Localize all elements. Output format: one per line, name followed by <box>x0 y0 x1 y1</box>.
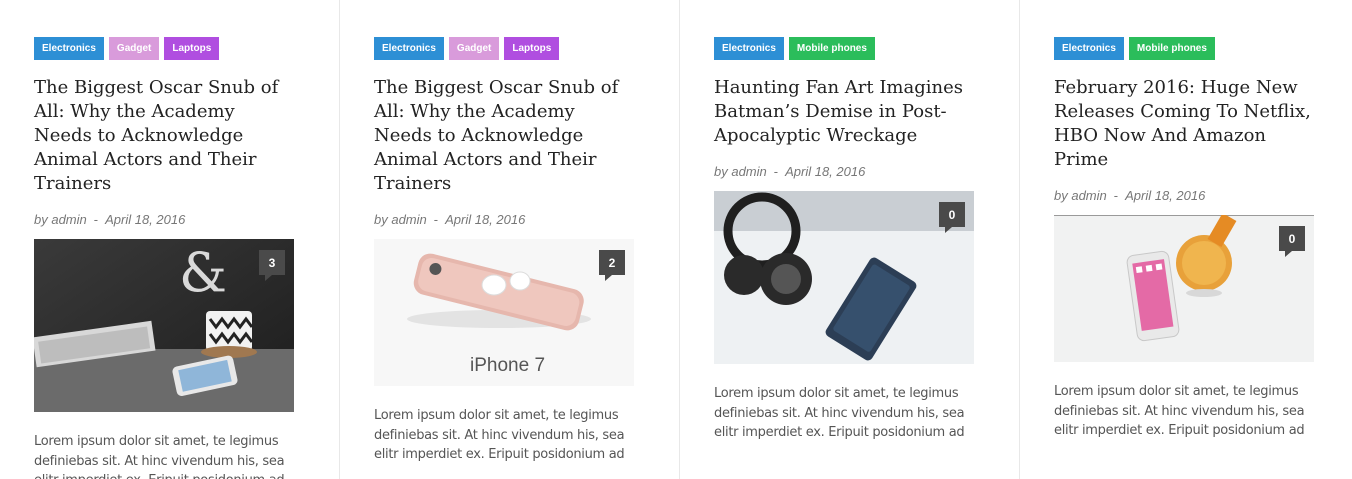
category-tags: Electronics Gadget Laptops <box>374 37 679 60</box>
headphones-phone-image <box>714 191 974 364</box>
category-tags: Electronics Gadget Laptops <box>34 37 339 60</box>
comment-count-badge[interactable]: 0 <box>1279 226 1305 257</box>
post-card: Electronics Mobile phones February 2016:… <box>1020 0 1352 479</box>
post-card: Electronics Mobile phones Haunting Fan A… <box>680 0 1020 479</box>
iphone-product-image: iPhone 7 <box>374 239 634 386</box>
post-card: Electronics Gadget Laptops The Biggest O… <box>0 0 340 479</box>
post-date[interactable]: April 18, 2016 <box>105 212 185 227</box>
comment-count-badge[interactable]: 3 <box>259 250 285 281</box>
post-author[interactable]: by admin <box>34 212 87 227</box>
image-caption: iPhone 7 <box>470 355 545 376</box>
post-thumbnail[interactable]: iPhone 7 2 <box>374 239 634 386</box>
category-tag-electronics[interactable]: Electronics <box>1054 37 1124 60</box>
post-excerpt: Lorem ipsum dolor sit amet, te legimus d… <box>714 386 965 440</box>
post-author[interactable]: by admin <box>714 164 767 179</box>
category-tags: Electronics Mobile phones <box>714 37 1019 60</box>
meta-separator: - <box>93 212 99 227</box>
post-excerpt: Lorem ipsum dolor sit amet, te legimus d… <box>1054 384 1305 438</box>
post-title[interactable]: The Biggest Oscar Snub of All: Why the A… <box>34 76 296 196</box>
meta-separator: - <box>773 164 779 179</box>
post-meta: by admin - April 18, 2016 <box>714 164 1019 180</box>
post-thumbnail[interactable]: 0 <box>1054 215 1314 362</box>
post-date[interactable]: April 18, 2016 <box>445 212 525 227</box>
post-date[interactable]: April 18, 2016 <box>1125 188 1205 203</box>
post-meta: by admin - April 18, 2016 <box>1054 188 1352 204</box>
post-author[interactable]: by admin <box>374 212 427 227</box>
post-thumbnail[interactable]: 0 <box>714 191 974 364</box>
meta-separator: - <box>1113 188 1119 203</box>
post-meta: by admin - April 18, 2016 <box>374 212 679 228</box>
post-title[interactable]: February 2016: Huge New Releases Coming … <box>1054 76 1316 172</box>
post-grid: Electronics Gadget Laptops The Biggest O… <box>0 0 1352 479</box>
post-title[interactable]: The Biggest Oscar Snub of All: Why the A… <box>374 76 636 196</box>
post-card: Electronics Gadget Laptops The Biggest O… <box>340 0 680 479</box>
svg-text:&: & <box>179 241 227 304</box>
post-meta: by admin - April 18, 2016 <box>34 212 339 228</box>
category-tag-mobile-phones[interactable]: Mobile phones <box>1128 37 1215 60</box>
comment-count-badge[interactable]: 0 <box>939 202 965 233</box>
category-tags: Electronics Mobile phones <box>1054 37 1352 60</box>
category-tag-electronics[interactable]: Electronics <box>714 37 784 60</box>
category-tag-laptops[interactable]: Laptops <box>504 37 560 60</box>
post-thumbnail[interactable]: & 3 <box>34 239 294 412</box>
post-excerpt: Lorem ipsum dolor sit amet, te legimus d… <box>34 434 285 479</box>
category-tag-gadget[interactable]: Gadget <box>108 37 160 60</box>
phone-honey-image <box>1054 215 1314 362</box>
category-tag-laptops[interactable]: Laptops <box>164 37 220 60</box>
comment-count-badge[interactable]: 2 <box>599 250 625 281</box>
desk-photo-image: & <box>34 239 294 412</box>
category-tag-electronics[interactable]: Electronics <box>34 37 104 60</box>
category-tag-electronics[interactable]: Electronics <box>374 37 444 60</box>
post-title[interactable]: Haunting Fan Art Imagines Batman’s Demis… <box>714 76 976 148</box>
post-author[interactable]: by admin <box>1054 188 1107 203</box>
category-tag-mobile-phones[interactable]: Mobile phones <box>788 37 875 60</box>
category-tag-gadget[interactable]: Gadget <box>448 37 500 60</box>
post-date[interactable]: April 18, 2016 <box>785 164 865 179</box>
meta-separator: - <box>433 212 439 227</box>
post-excerpt: Lorem ipsum dolor sit amet, te legimus d… <box>374 408 625 462</box>
